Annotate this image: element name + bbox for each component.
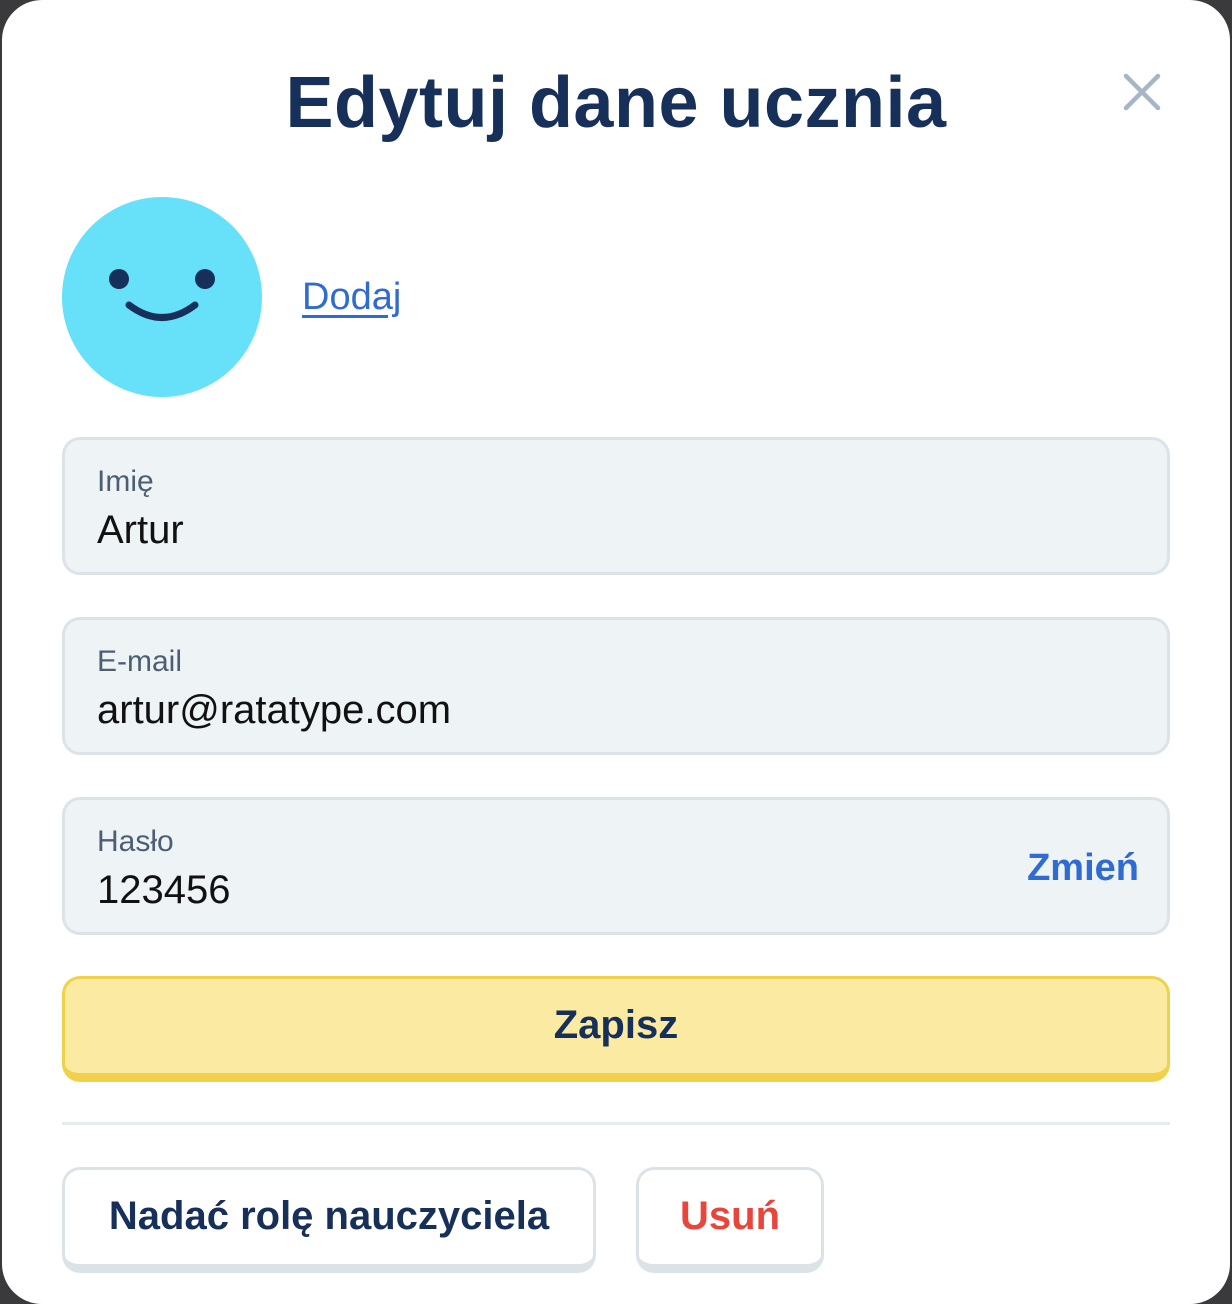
- delete-button[interactable]: Usuń: [636, 1167, 824, 1273]
- divider: [62, 1122, 1170, 1125]
- avatar: [62, 197, 262, 397]
- name-field-label: Imię: [97, 465, 154, 498]
- modal-title: Edytuj dane ucznia: [285, 63, 947, 143]
- email-field-label: E-mail: [97, 645, 183, 678]
- close-button[interactable]: [1118, 68, 1166, 116]
- password-field-label: Hasło: [97, 825, 174, 858]
- assign-teacher-role-button[interactable]: Nadać rolę nauczyciela: [62, 1167, 596, 1273]
- email-field-value[interactable]: artur@ratatype.com: [97, 686, 451, 734]
- name-field[interactable]: Imię Artur: [62, 437, 1170, 575]
- edit-student-modal: Edytuj dane ucznia Dodaj Imię Artur E-ma…: [2, 0, 1230, 1304]
- save-button[interactable]: Zapisz: [62, 976, 1170, 1082]
- email-field[interactable]: E-mail artur@ratatype.com: [62, 617, 1170, 755]
- add-photo-link[interactable]: Dodaj: [302, 274, 401, 320]
- close-icon: [1123, 73, 1161, 111]
- smiley-face-icon: [62, 197, 262, 397]
- name-field-value[interactable]: Artur: [97, 506, 184, 554]
- change-password-button[interactable]: Zmień: [1027, 845, 1139, 891]
- password-field[interactable]: Hasło 123456 Zmień: [62, 797, 1170, 935]
- password-field-value[interactable]: 123456: [97, 866, 230, 914]
